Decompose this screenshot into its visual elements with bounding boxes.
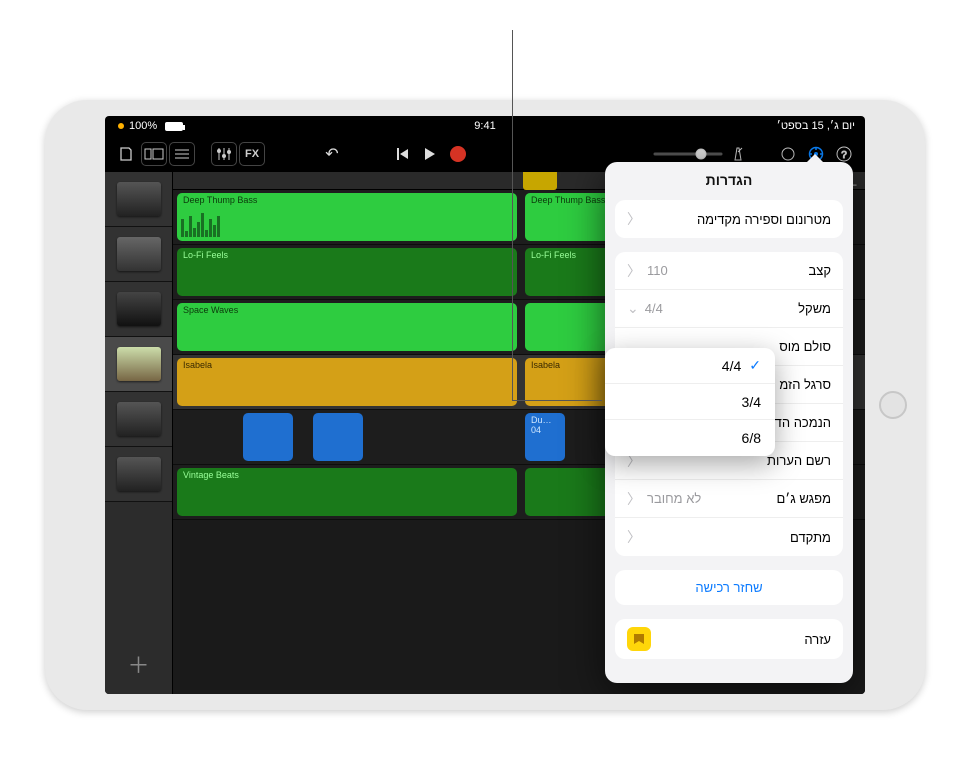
row-time-signature[interactable]: משקל 4/4 ⌄ xyxy=(615,290,843,328)
region[interactable]: Space Waves xyxy=(177,303,517,351)
chevron-left-icon: 〈 xyxy=(627,527,641,547)
instrument-icon xyxy=(117,347,161,381)
jam-status: לא מחובר xyxy=(647,491,701,506)
restore-purchase-button[interactable]: שחזר רכישה xyxy=(615,570,843,605)
help-icon xyxy=(627,627,651,651)
region[interactable]: Isabela xyxy=(177,358,517,406)
region-label: Space Waves xyxy=(183,305,238,315)
row-tempo[interactable]: קצב 110 〈 xyxy=(615,252,843,290)
record-button[interactable] xyxy=(445,142,471,166)
undo-button[interactable]: ↶ xyxy=(319,142,345,166)
region-label: Lo-Fi Feels xyxy=(183,250,228,260)
time-signature-menu: 4/4 ✓ 3/4 6/8 xyxy=(605,348,775,456)
updown-icon: ⌄ xyxy=(627,300,639,317)
loop-marker[interactable] xyxy=(523,172,557,190)
time-signature-option-34[interactable]: 3/4 xyxy=(605,384,775,420)
browser-button[interactable] xyxy=(141,142,167,166)
fx-button[interactable]: FX xyxy=(239,142,265,166)
mixer-button[interactable] xyxy=(211,142,237,166)
status-bar: יום ג׳, 15 בספט׳ 100% 9:41 xyxy=(105,116,865,136)
chevron-left-icon: 〈 xyxy=(627,489,641,509)
row-advanced[interactable]: מתקדם 〈 xyxy=(615,518,843,556)
row-jam-session[interactable]: מפגש ג׳ם לא מחובר 〈 xyxy=(615,480,843,518)
track-header[interactable] xyxy=(105,282,172,337)
region[interactable] xyxy=(313,413,363,461)
instrument-icon xyxy=(117,402,161,436)
tempo-value: 110 xyxy=(647,263,668,278)
my-songs-button[interactable] xyxy=(113,142,139,166)
instrument-icon xyxy=(117,182,161,216)
track-header[interactable] xyxy=(105,337,172,392)
ipad-frame: יום ג׳, 15 בספט׳ 100% 9:41 xyxy=(45,100,925,710)
track-header[interactable] xyxy=(105,227,172,282)
region[interactable]: Du…04 xyxy=(525,413,565,461)
row-help[interactable]: עזרה xyxy=(615,619,843,659)
chevron-left-icon: 〈 xyxy=(627,261,641,281)
check-icon: ✓ xyxy=(749,357,761,374)
region-label: Deep Thump Bass xyxy=(531,195,605,205)
region-label: Du…04 xyxy=(531,415,552,435)
region-label: Lo-Fi Feels xyxy=(531,250,576,260)
instrument-icon xyxy=(117,457,161,491)
home-button[interactable] xyxy=(879,391,907,419)
region[interactable] xyxy=(243,413,293,461)
option-label: 6/8 xyxy=(742,430,761,446)
region-label: Isabela xyxy=(183,360,212,370)
chevron-left-icon: 〈 xyxy=(627,209,641,229)
app-screen: יום ג׳, 15 בספט׳ 100% 9:41 xyxy=(105,116,865,694)
tracks-view-button[interactable] xyxy=(169,142,195,166)
row-label: מפגש ג׳ם xyxy=(776,491,831,506)
row-label: עזרה xyxy=(804,632,831,647)
row-label: משקל xyxy=(798,301,831,316)
region[interactable]: Vintage Beats xyxy=(177,468,517,516)
row-label: מתקדם xyxy=(790,530,831,545)
row-label: סרגל הזמ xyxy=(779,377,831,392)
row-label: רשם הערות xyxy=(767,453,831,468)
region-label: Deep Thump Bass xyxy=(183,195,257,205)
instrument-icon xyxy=(117,237,161,271)
time-signature-value: 4/4 xyxy=(645,301,663,316)
popover-title: הגדרות xyxy=(605,162,853,200)
region-label: Vintage Beats xyxy=(183,470,239,480)
status-date: יום ג׳, 15 בספט׳ xyxy=(777,120,855,132)
time-signature-option-68[interactable]: 6/8 xyxy=(605,420,775,456)
go-to-start-button[interactable] xyxy=(389,142,415,166)
region[interactable]: Lo-Fi Feels xyxy=(177,248,517,296)
battery-icon xyxy=(165,122,183,131)
row-metronome[interactable]: מטרונום וספירה מקדימה 〈 xyxy=(615,200,843,238)
svg-text:?: ? xyxy=(841,150,847,161)
row-label: סולם מוס xyxy=(779,339,831,354)
region-label: Isabela xyxy=(531,360,560,370)
play-button[interactable] xyxy=(417,142,443,166)
add-track-button[interactable]: ＋ xyxy=(105,634,172,694)
status-time: 9:41 xyxy=(474,120,495,132)
track-header[interactable] xyxy=(105,447,172,502)
row-label: קצב xyxy=(808,263,831,278)
time-signature-option-44[interactable]: 4/4 ✓ xyxy=(605,348,775,384)
option-label: 3/4 xyxy=(742,394,761,410)
region[interactable]: Deep Thump Bass xyxy=(177,193,517,241)
option-label: 4/4 xyxy=(722,358,741,374)
recording-indicator-dot xyxy=(118,123,124,129)
row-label: מטרונום וספירה מקדימה xyxy=(697,212,831,227)
instrument-icon xyxy=(117,292,161,326)
track-headers: ＋ xyxy=(105,172,173,694)
track-header[interactable] xyxy=(105,392,172,447)
track-header[interactable] xyxy=(105,172,172,227)
battery-percent: 100% xyxy=(129,120,157,132)
